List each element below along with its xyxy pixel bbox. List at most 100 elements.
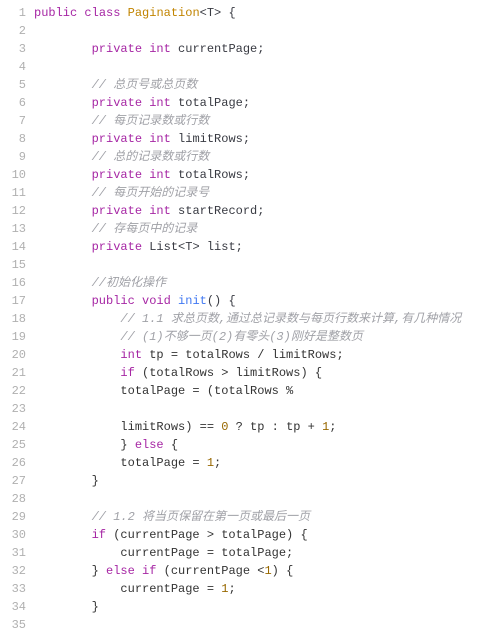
token: // 总页号或总页数 <box>92 78 198 92</box>
code-content: // 1.1 求总页数,通过总记录数与每页行数来计算,有几种情况 <box>34 310 500 328</box>
token: if <box>142 564 156 578</box>
token: void <box>142 294 171 308</box>
code-content: // 总的记录数或行数 <box>34 148 500 166</box>
code-content: // 每页记录数或行数 <box>34 112 500 130</box>
line-number: 25 <box>0 436 34 454</box>
code-line: 23 <box>0 400 500 418</box>
token: // 1.2 将当页保留在第一页或最后一页 <box>92 510 310 524</box>
code-line: 15 <box>0 256 500 274</box>
code-content: totalPage = (totalRows % <box>34 382 500 400</box>
code-line: 4 <box>0 58 500 76</box>
token: int <box>149 42 171 56</box>
line-number: 34 <box>0 598 34 616</box>
line-number: 20 <box>0 346 34 364</box>
line-number: 21 <box>0 364 34 382</box>
line-number: 13 <box>0 220 34 238</box>
line-number: 14 <box>0 238 34 256</box>
token: private <box>92 132 142 146</box>
token: int <box>120 348 142 362</box>
code-content <box>34 256 500 274</box>
token: if <box>120 366 134 380</box>
code-content: public class Pagination<T> { <box>34 4 500 22</box>
token: else <box>106 564 135 578</box>
code-line: 20 int tp = totalRows / limitRows; <box>0 346 500 364</box>
token: Pagination <box>128 6 200 20</box>
token: private <box>92 168 142 182</box>
code-line: 5 // 总页号或总页数 <box>0 76 500 94</box>
code-content: // 总页号或总页数 <box>34 76 500 94</box>
code-content <box>34 58 500 76</box>
token: // 总的记录数或行数 <box>92 150 210 164</box>
code-line: 22 totalPage = (totalRows % <box>0 382 500 400</box>
token: //初始化操作 <box>92 276 166 290</box>
token: // 每页开始的记录号 <box>92 186 210 200</box>
code-content: } <box>34 598 500 616</box>
code-content <box>34 616 500 634</box>
line-number: 9 <box>0 148 34 166</box>
code-content: totalPage = 1; <box>34 454 500 472</box>
token: int <box>149 132 171 146</box>
token: () { <box>207 294 236 308</box>
line-number: 33 <box>0 580 34 598</box>
code-line: 10 private int totalRows; <box>0 166 500 184</box>
token: int <box>149 96 171 110</box>
code-content: // 存每页中的记录 <box>34 220 500 238</box>
line-number: 22 <box>0 382 34 400</box>
code-content: if (currentPage > totalPage) { <box>34 526 500 544</box>
code-content: if (totalRows > limitRows) { <box>34 364 500 382</box>
code-content: int tp = totalRows / limitRows; <box>34 346 500 364</box>
line-number: 12 <box>0 202 34 220</box>
line-number: 16 <box>0 274 34 292</box>
code-content: private int startRecord; <box>34 202 500 220</box>
line-number: 24 <box>0 418 34 436</box>
token: private <box>92 96 142 110</box>
code-line: 3 private int currentPage; <box>0 40 500 58</box>
token: 0 <box>221 420 228 434</box>
token: public <box>34 6 77 20</box>
code-line: 35 <box>0 616 500 634</box>
code-line: 14 private List<T> list; <box>0 238 500 256</box>
code-content: } else { <box>34 436 500 454</box>
token: else <box>135 438 164 452</box>
line-number: 4 <box>0 58 34 76</box>
code-line: 24 limitRows) == 0 ? tp : tp + 1; <box>0 418 500 436</box>
token: // 存每页中的记录 <box>92 222 198 236</box>
code-line: 12 private int startRecord; <box>0 202 500 220</box>
code-line: 1public class Pagination<T> { <box>0 4 500 22</box>
code-line: 26 totalPage = 1; <box>0 454 500 472</box>
token: // 1.1 求总页数,通过总记录数与每页行数来计算,有几种情况 <box>120 312 461 326</box>
code-line: 8 private int limitRows; <box>0 130 500 148</box>
token: 1 <box>322 420 329 434</box>
line-number: 5 <box>0 76 34 94</box>
token: currentPage; <box>178 42 264 56</box>
code-line: 33 currentPage = 1; <box>0 580 500 598</box>
token: List<T> <box>149 240 199 254</box>
line-number: 10 <box>0 166 34 184</box>
code-content: // 1.2 将当页保留在第一页或最后一页 <box>34 508 500 526</box>
token: 1 <box>264 564 271 578</box>
code-line: 25 } else { <box>0 436 500 454</box>
token: int <box>149 204 171 218</box>
code-line: 29 // 1.2 将当页保留在第一页或最后一页 <box>0 508 500 526</box>
code-line: 11 // 每页开始的记录号 <box>0 184 500 202</box>
code-content: } <box>34 472 500 490</box>
code-content: private List<T> list; <box>34 238 500 256</box>
token: if <box>92 528 106 542</box>
code-content: //初始化操作 <box>34 274 500 292</box>
code-content: public void init() { <box>34 292 500 310</box>
code-content: private int totalRows; <box>34 166 500 184</box>
code-line: 28 <box>0 490 500 508</box>
code-line: 30 if (currentPage > totalPage) { <box>0 526 500 544</box>
code-block: 1public class Pagination<T> {23 private … <box>0 0 500 638</box>
token: 1 <box>221 582 228 596</box>
code-content <box>34 22 500 40</box>
line-number: 26 <box>0 454 34 472</box>
line-number: 8 <box>0 130 34 148</box>
token: limitRows; <box>178 132 250 146</box>
token: 1 <box>207 456 214 470</box>
line-number: 27 <box>0 472 34 490</box>
line-number: 17 <box>0 292 34 310</box>
code-line: 19 // (1)不够一页(2)有零头(3)刚好是整数页 <box>0 328 500 346</box>
token: totalRows; <box>178 168 250 182</box>
line-number: 6 <box>0 94 34 112</box>
